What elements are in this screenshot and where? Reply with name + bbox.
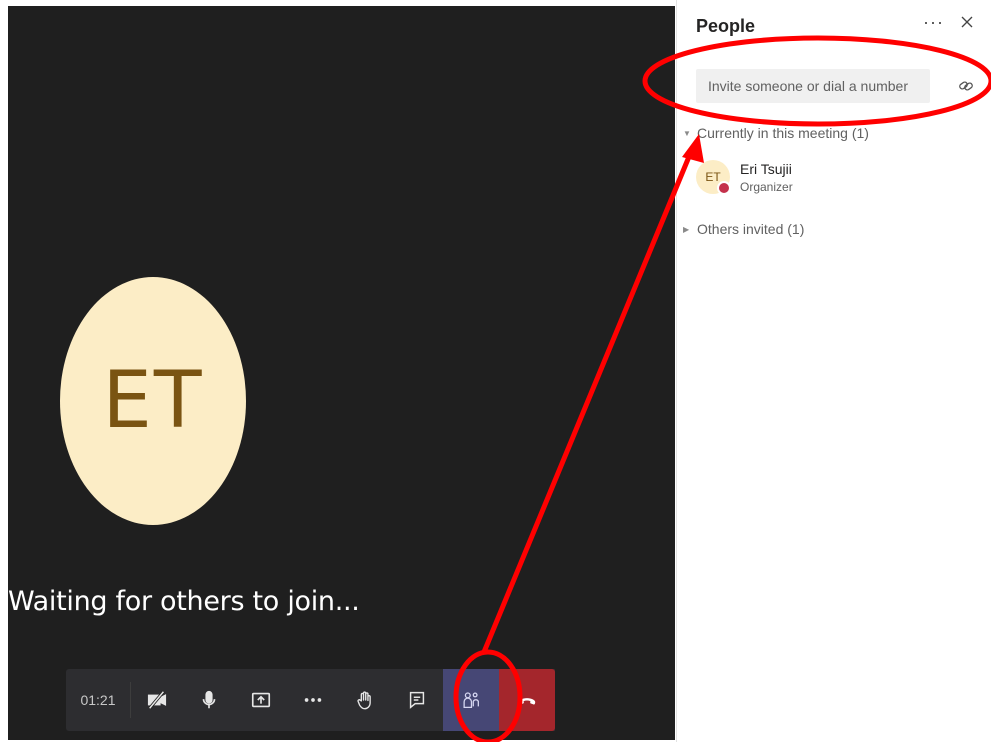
chat-icon [409,691,425,709]
panel-title: People [696,16,756,36]
more-options-button[interactable]: ··· [923,12,944,33]
close-icon[interactable] [958,13,976,31]
raise-hand-icon [357,691,371,710]
microphone-icon [202,690,216,709]
meeting-stage: ET Waiting for others to join... 01:21 [8,6,675,740]
people-icon [463,692,479,708]
chat-button[interactable] [391,669,443,731]
call-toolbar-right [339,669,555,731]
section-current-label: Currently in this meeting (1) [697,125,869,141]
video-off-icon [147,690,167,710]
call-toolbar-left: 01:21 [66,669,339,731]
share-screen-icon [251,692,271,708]
status-busy-icon [717,181,731,195]
section-current-meeting[interactable]: ▼ Currently in this meeting (1) [683,125,869,141]
participant-item[interactable]: ET Eri Tsujii Organizer [696,160,793,195]
call-toolbar: 01:21 [66,669,566,731]
section-others-label: Others invited (1) [697,221,805,237]
raise-hand-button[interactable] [339,669,391,731]
call-timer: 01:21 [80,692,116,708]
participant-avatar-large: ET [60,277,246,525]
microphone-button[interactable] [183,669,235,731]
participant-name: Eri Tsujii [740,160,792,177]
section-others-invited[interactable]: ▶ Others invited (1) [683,221,804,237]
hang-up-button[interactable] [499,669,555,731]
link-icon[interactable] [957,77,975,95]
caret-right-icon: ▶ [683,224,690,234]
camera-toggle-button[interactable] [131,669,183,731]
people-panel: People ··· ▼ Currently in this meeting (… [676,0,991,742]
share-screen-button[interactable] [235,669,287,731]
participant-info: Eri Tsujii Organizer [740,161,793,194]
hang-up-icon [518,698,536,705]
participant-role: Organizer [740,179,793,194]
more-icon [304,698,322,702]
invite-input[interactable] [696,69,930,103]
more-actions-button[interactable] [287,669,339,731]
participant-avatar: ET [696,160,731,195]
caret-down-icon: ▼ [683,128,691,138]
waiting-message: Waiting for others to join... [8,586,360,617]
show-participants-button[interactable] [443,669,499,731]
